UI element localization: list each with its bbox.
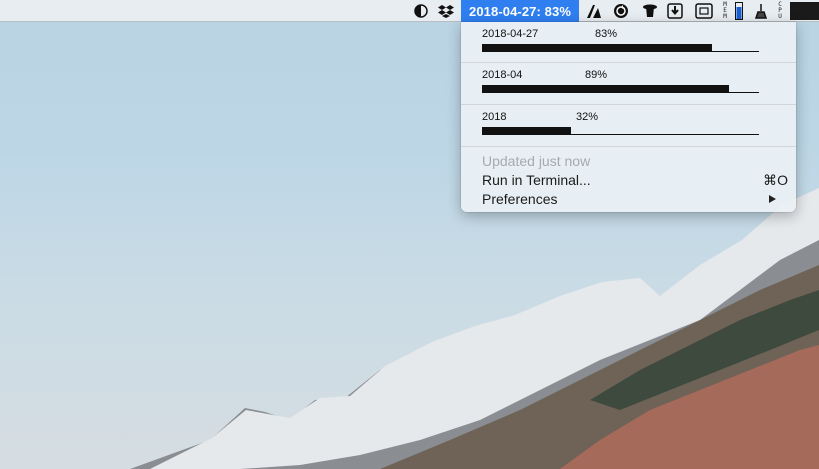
status-item-progress[interactable]: 2018-04-27: 83%	[461, 0, 579, 22]
mem-label: MEM	[723, 1, 727, 20]
run-in-terminal-shortcut: ⌘O	[763, 172, 788, 188]
progress-fill	[482, 127, 571, 135]
top-hat-icon[interactable]	[641, 2, 659, 20]
mem-meter-icon[interactable]: MEM	[720, 2, 730, 20]
cpu-meter-icon[interactable]	[790, 2, 819, 20]
run-in-terminal-item[interactable]: Run in Terminal... ⌘O	[482, 171, 788, 189]
dropbox-icon[interactable]	[437, 2, 455, 20]
screenshot-icon[interactable]	[694, 2, 714, 20]
sync-icon[interactable]	[612, 2, 630, 20]
progress-bar	[482, 85, 759, 93]
download-icon[interactable]	[666, 2, 684, 20]
separator	[461, 62, 796, 63]
period-percent: 32%	[576, 111, 599, 123]
cleaner-icon[interactable]	[752, 2, 770, 20]
progress-menu: 2018-04-27 83% 2018-04 89% 2018 32% Upda…	[461, 22, 796, 212]
progress-bar	[482, 44, 759, 52]
preferences-item[interactable]: Preferences	[482, 190, 788, 208]
run-in-terminal-label: Run in Terminal...	[482, 172, 591, 188]
battery-icon[interactable]	[734, 2, 744, 20]
period-label: 2018-04-27	[482, 28, 539, 40]
cobook-icon[interactable]	[584, 2, 604, 20]
progress-fill	[482, 44, 712, 52]
contrast-icon[interactable]	[413, 2, 429, 20]
cpu-meter-label-icon[interactable]: CPU	[775, 2, 785, 20]
updated-status: Updated just now	[482, 153, 591, 169]
cpu-label: CPU	[778, 1, 782, 20]
progress-bar	[482, 127, 759, 135]
menu-bar: 2018-04-27: 83% MEM CPU	[0, 0, 819, 22]
preferences-label: Preferences	[482, 191, 558, 207]
separator	[461, 104, 796, 105]
period-label: 2018-04	[482, 69, 523, 81]
submenu-arrow-icon	[769, 195, 776, 203]
separator	[461, 146, 796, 147]
period-month: 2018-04 89%	[482, 69, 760, 93]
period-percent: 83%	[595, 28, 618, 40]
period-day: 2018-04-27 83%	[482, 28, 760, 52]
period-label: 2018	[482, 111, 507, 123]
period-percent: 89%	[585, 69, 608, 81]
progress-fill	[482, 85, 729, 93]
period-year: 2018 32%	[482, 111, 760, 135]
